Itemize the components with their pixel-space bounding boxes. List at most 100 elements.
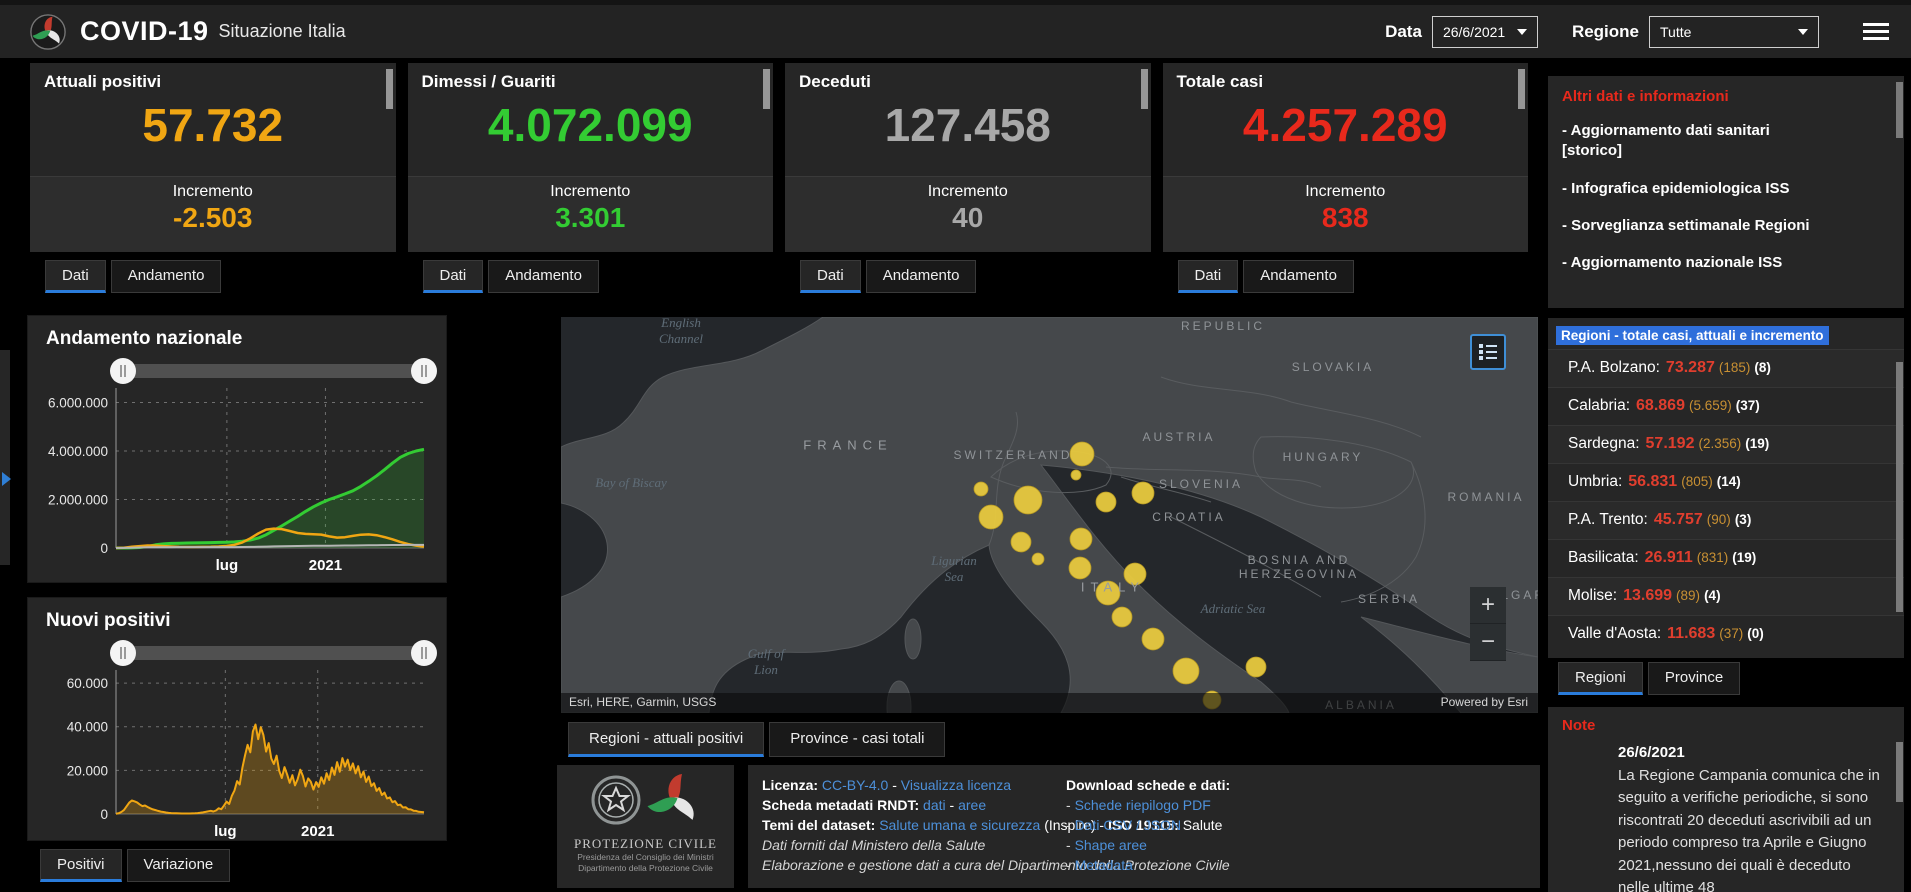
data-select[interactable]: 26/6/2021 — [1432, 16, 1538, 48]
download-csv-json-link[interactable]: Dati CSV / JSON — [1075, 817, 1182, 833]
tab-dati[interactable]: Dati — [800, 260, 861, 293]
region-row[interactable]: P.A. Trento:45.757(90)(3) — [1548, 501, 1904, 539]
regione-select[interactable]: Tutte — [1649, 16, 1819, 48]
link-sorveglianza-regioni[interactable]: - Sorveglianza settimanale Regioni — [1562, 216, 1890, 236]
region-marker[interactable] — [974, 482, 988, 496]
org-sub2: Dipartimento della Protezione Civile — [557, 863, 734, 874]
rndt-dati-link[interactable]: dati — [923, 797, 946, 813]
tab-dati[interactable]: Dati — [1178, 260, 1239, 293]
tab-dati[interactable]: Dati — [423, 260, 484, 293]
region-marker[interactable] — [979, 505, 1003, 529]
nuovi-positivi-chart[interactable]: 020.00040.00060.000lug2021 — [28, 662, 440, 842]
tab-positivi[interactable]: Positivi — [40, 849, 122, 882]
panel-andamento-nazionale: Andamento nazionale 02.000.0004.000.0006… — [27, 315, 447, 583]
card-title: Attuali positivi — [30, 63, 396, 92]
regione-select-value: Tutte — [1660, 24, 1691, 40]
andamento-nazionale-chart[interactable]: 02.000.0004.000.0006.000.000lug2021 — [28, 380, 440, 576]
scrollbar[interactable] — [1896, 82, 1903, 138]
regioni-list-panel: Regioni - totale casi, attuali e increme… — [1548, 318, 1904, 658]
tab-dati[interactable]: Dati — [45, 260, 106, 293]
card-increment-box: Incremento 838 — [1163, 176, 1529, 252]
region-marker[interactable] — [1124, 563, 1146, 585]
scrollbar[interactable] — [1141, 69, 1148, 109]
org-name: PROTEZIONE CIVILE — [557, 836, 734, 852]
chart-title: Nuovi positivi — [28, 598, 446, 632]
download-metadata-link[interactable]: Metadata — [1075, 857, 1133, 873]
page-title: COVID-19 — [80, 16, 209, 47]
chevron-down-icon — [1798, 29, 1808, 35]
page-subtitle: Situazione Italia — [219, 21, 346, 42]
salute-umana-link[interactable]: Salute umana e sicurezza — [879, 817, 1040, 833]
zoom-in-button[interactable]: + — [1470, 587, 1506, 624]
region-row[interactable]: Basilicata:26.911(831)(19) — [1548, 539, 1904, 577]
region-marker[interactable] — [1142, 628, 1164, 650]
slider-handle-left[interactable] — [110, 358, 136, 384]
link-aggiornamento-nazionale-iss[interactable]: - Aggiornamento nazionale ISS — [1562, 253, 1890, 273]
tab-andamento[interactable]: Andamento — [111, 260, 222, 293]
scrollbar[interactable] — [386, 69, 393, 109]
visualizza-licenza-link[interactable]: Visualizza licenza — [901, 777, 1011, 793]
map-canvas[interactable]: English ChannelBay of BiscayGulf of Lion… — [561, 317, 1538, 713]
tab-regioni-attuali-positivi[interactable]: Regioni - attuali positivi — [568, 722, 764, 757]
region-marker[interactable] — [1070, 528, 1092, 550]
powered-by-esri-link[interactable]: Powered by Esri — [1441, 695, 1528, 713]
region-marker[interactable] — [1096, 492, 1116, 512]
region-marker[interactable] — [1070, 442, 1094, 466]
menu-icon[interactable] — [1863, 19, 1889, 44]
region-marker[interactable] — [1112, 607, 1132, 627]
slider-handle-right[interactable] — [411, 358, 437, 384]
link-infografica-iss[interactable]: - Infografica epidemiologica ISS — [1562, 179, 1890, 199]
slider-handle-right[interactable] — [411, 640, 437, 666]
card-value: 57.732 — [30, 100, 396, 151]
region-row[interactable]: Molise:13.699(89)(4) — [1548, 577, 1904, 615]
scrollbar[interactable] — [763, 69, 770, 109]
region-row[interactable]: Umbria:56.831(805)(14) — [1548, 463, 1904, 501]
cc-by-link[interactable]: CC-BY-4.0 — [822, 777, 888, 793]
legend-button[interactable] — [1470, 334, 1506, 370]
region-row[interactable]: P.A. Bolzano:73.287(185)(8) — [1548, 349, 1904, 387]
tab-regioni[interactable]: Regioni — [1558, 662, 1643, 695]
region-marker[interactable] — [1071, 470, 1081, 480]
region-marker[interactable] — [1011, 532, 1031, 552]
zoom-out-button[interactable]: − — [1470, 624, 1506, 661]
protezione-civile-logo-icon — [30, 14, 66, 50]
download-shape-link[interactable]: Shape aree — [1075, 837, 1147, 853]
card-increment-box: Incremento -2.503 — [30, 176, 396, 252]
svg-text:4.000.000: 4.000.000 — [48, 444, 108, 459]
slider-handle-left[interactable] — [110, 640, 136, 666]
region-marker[interactable] — [1096, 581, 1120, 605]
scrollbar[interactable] — [1518, 69, 1525, 109]
link-aggiornamento-dati-sanitari[interactable]: - Aggiornamento dati sanitari [storico] — [1562, 121, 1890, 162]
card-increment-box: Incremento 40 — [785, 176, 1151, 252]
region-marker[interactable] — [1173, 658, 1199, 684]
region-marker[interactable] — [1069, 557, 1091, 579]
region-row[interactable]: Sardegna:57.192(2.356)(19) — [1548, 425, 1904, 463]
tab-variazione[interactable]: Variazione — [127, 849, 231, 882]
time-range-slider[interactable] — [123, 364, 424, 378]
europe-basemap — [561, 317, 1538, 713]
expand-panel-arrow-icon[interactable] — [2, 472, 11, 486]
scrollbar[interactable] — [1896, 362, 1903, 612]
chevron-down-icon — [1517, 29, 1527, 35]
card-dimessi-guariti: Dimessi / Guariti 4.072.099 Incremento 3… — [408, 63, 774, 252]
data-label: Data — [1385, 22, 1422, 42]
tab-andamento[interactable]: Andamento — [866, 260, 977, 293]
region-marker[interactable] — [1132, 482, 1154, 504]
region-row[interactable]: Calabria:68.869(5.659)(37) — [1548, 387, 1904, 425]
tab-province[interactable]: Province — [1648, 662, 1740, 695]
tab-andamento[interactable]: Andamento — [1243, 260, 1354, 293]
time-range-slider[interactable] — [123, 646, 424, 660]
region-marker[interactable] — [1032, 553, 1044, 565]
tab-andamento[interactable]: Andamento — [488, 260, 599, 293]
scrollbar[interactable] — [1896, 742, 1903, 802]
note-date: 26/6/2021 — [1618, 742, 1886, 765]
svg-text:0: 0 — [100, 807, 108, 822]
region-marker[interactable] — [1014, 486, 1042, 514]
region-row[interactable]: Valle d'Aosta:11.683(37)(0) — [1548, 615, 1904, 653]
rndt-aree-link[interactable]: aree — [958, 797, 986, 813]
region-marker[interactable] — [1246, 657, 1266, 677]
svg-text:6.000.000: 6.000.000 — [48, 396, 108, 411]
tab-province-casi-totali[interactable]: Province - casi totali — [769, 722, 945, 757]
download-pdf-link[interactable]: Schede riepilogo PDF — [1075, 797, 1211, 813]
protezione-civile-panel: PROTEZIONE CIVILE Presidenza del Consigl… — [557, 765, 734, 888]
